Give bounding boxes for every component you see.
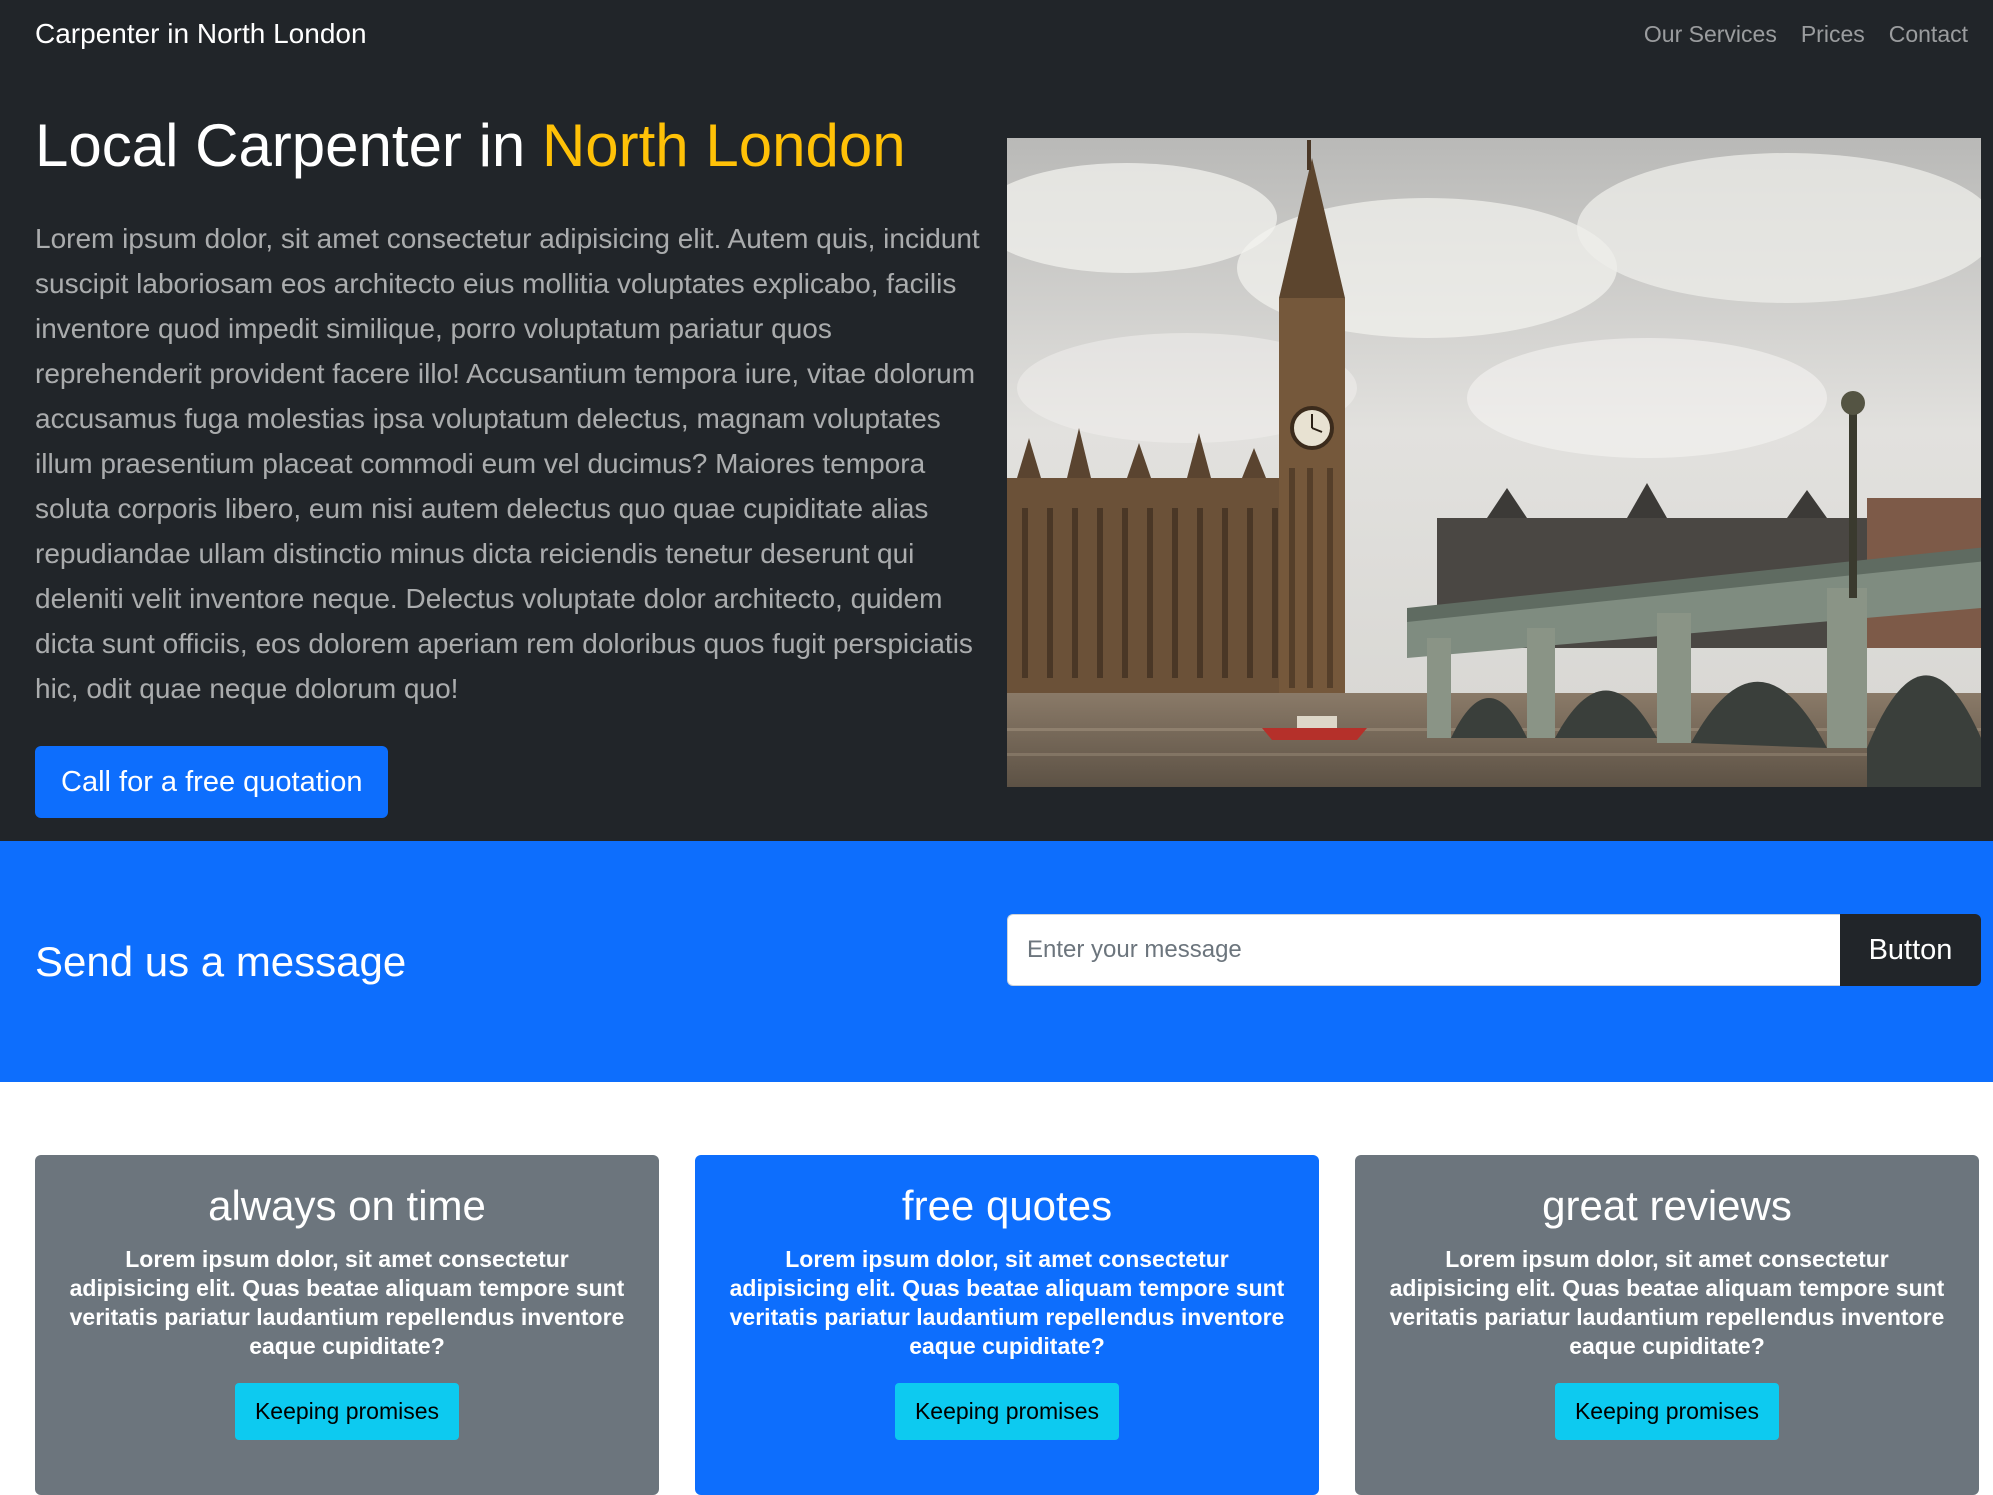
card-title: always on time xyxy=(208,1182,486,1229)
card-title: free quotes xyxy=(901,1182,1113,1229)
message-submit-button[interactable]: Button xyxy=(1840,914,1981,986)
nav-link-prices[interactable]: Prices xyxy=(1801,21,1865,48)
nav-links: Our Services Prices Contact xyxy=(1644,21,1968,48)
message-heading: Send us a message xyxy=(35,938,407,985)
keeping-promises-button[interactable]: Keeping promises xyxy=(234,1383,460,1441)
card-text: Lorem ipsum dolor, sit amet consectetur … xyxy=(1389,1246,1945,1360)
feature-cards: always on time Lorem ipsum dolor, sit am… xyxy=(35,1155,1981,1495)
card-text: Lorem ipsum dolor, sit amet consectetur … xyxy=(729,1246,1285,1360)
hero-title-main: Local Carpenter in xyxy=(35,112,542,179)
brand-link[interactable]: Carpenter in North London xyxy=(35,18,367,50)
card-text: Lorem ipsum dolor, sit amet consectetur … xyxy=(69,1246,625,1360)
message-section: Send us a message Button xyxy=(0,841,1993,1082)
hero-paragraph: Lorem ipsum dolor, sit amet consectetur … xyxy=(35,223,980,704)
navbar: Carpenter in North London Our Services P… xyxy=(0,0,1993,68)
card-title: great reviews xyxy=(1542,1182,1792,1229)
call-quotation-button[interactable]: Call for a free quotation xyxy=(35,746,389,818)
nav-link-our-services[interactable]: Our Services xyxy=(1644,21,1777,48)
card-great-reviews: great reviews Lorem ipsum dolor, sit ame… xyxy=(1355,1155,1979,1495)
hero-title-accent: North London xyxy=(541,112,906,179)
hero-title: Local Carpenter in North London xyxy=(35,110,906,182)
card-always-on-time: always on time Lorem ipsum dolor, sit am… xyxy=(35,1155,659,1495)
message-input[interactable] xyxy=(1007,914,1840,986)
keeping-promises-button[interactable]: Keeping promises xyxy=(1554,1383,1780,1441)
card-free-quotes: free quotes Lorem ipsum dolor, sit amet … xyxy=(695,1155,1319,1495)
hero-image xyxy=(1007,138,1981,787)
hero-section: Carpenter in North London Our Services P… xyxy=(0,0,1993,841)
keeping-promises-button[interactable]: Keeping promises xyxy=(894,1383,1120,1441)
big-ben-westminster-photo xyxy=(1007,138,1981,787)
message-input-group: Button xyxy=(1007,914,1981,986)
nav-link-contact[interactable]: Contact xyxy=(1889,21,1968,48)
